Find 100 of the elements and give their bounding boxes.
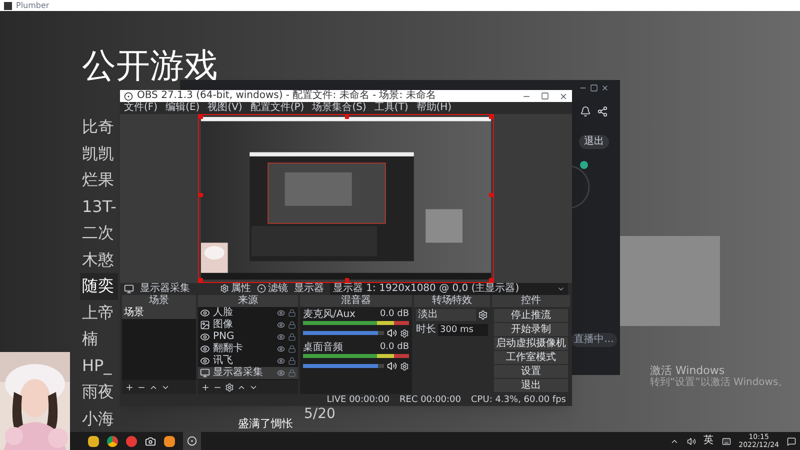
properties-button[interactable]: 属性	[220, 282, 251, 295]
speaker-icon[interactable]	[686, 436, 696, 446]
visibility-icon[interactable]	[277, 369, 285, 377]
lock-icon[interactable]	[288, 321, 296, 329]
player-item[interactable]: HP_	[80, 352, 118, 379]
menu-item[interactable]: 场景集合(S)	[312, 102, 366, 114]
volume-slider[interactable]	[303, 331, 384, 335]
keyboard-icon[interactable]	[722, 436, 731, 446]
volume-slider[interactable]	[303, 364, 384, 368]
eye-icon	[200, 308, 210, 318]
visibility-icon[interactable]	[277, 321, 285, 329]
settings-icon[interactable]	[400, 328, 409, 338]
speaker-icon[interactable]	[387, 361, 397, 371]
close-icon[interactable]	[601, 84, 609, 92]
filters-button[interactable]: 滤镜	[257, 282, 288, 295]
duration-field[interactable]: 300 ms	[438, 324, 488, 336]
exit-button[interactable]: 退出	[579, 135, 609, 149]
menu-item[interactable]: 文件(F)	[124, 102, 158, 114]
visibility-icon[interactable]	[277, 345, 285, 353]
filter-icon	[257, 284, 266, 294]
player-item[interactable]: 二次	[80, 220, 118, 246]
window-title: Plumber	[16, 0, 50, 10]
player-item[interactable]: 烂果	[80, 167, 118, 194]
maximize-icon[interactable]	[590, 84, 598, 92]
taskbar-app-icon[interactable]	[126, 436, 137, 446]
visibility-icon[interactable]	[277, 357, 285, 365]
source-item[interactable]: PNG	[198, 331, 298, 343]
dock-title: 来源	[198, 295, 298, 307]
menu-item[interactable]: 配置文件(P)	[250, 102, 304, 114]
taskbar-app-icon[interactable]	[183, 432, 201, 450]
source-name: 显示器采集	[140, 282, 191, 294]
page-heading: 公开游戏	[82, 46, 218, 86]
menu-item[interactable]: 工具(T)	[374, 102, 408, 114]
lock-icon[interactable]	[288, 357, 296, 365]
eye-icon	[200, 356, 210, 366]
control-button[interactable]: 启动虚拟摄像机	[494, 337, 568, 350]
source-item[interactable]: 人脸	[198, 307, 298, 319]
subtitle: 盛满了惆怅	[238, 418, 293, 430]
menu-item[interactable]: 编辑(E)	[166, 102, 200, 114]
player-item[interactable]: 上帝	[80, 300, 118, 326]
live-status: LIVE 00:00:00	[326, 394, 390, 406]
dock-title: 转场特效	[414, 295, 490, 307]
maximize-icon[interactable]	[541, 92, 549, 100]
control-button[interactable]: 设置	[494, 365, 568, 378]
monitor-icon	[124, 284, 134, 294]
source-item[interactable]: 图像	[198, 319, 298, 331]
page-counter: 5/20	[304, 407, 336, 422]
channel-name: 麦克风/Aux	[303, 309, 356, 320]
player-item[interactable]: 木憨	[80, 246, 118, 273]
control-button[interactable]: 工作室模式	[494, 351, 568, 364]
taskbar-app-icon[interactable]	[164, 436, 175, 446]
settings-icon[interactable]	[478, 310, 488, 320]
scene-item[interactable]: 场景	[122, 307, 196, 319]
visibility-icon[interactable]	[277, 309, 285, 317]
ime-indicator[interactable]: 英	[704, 435, 714, 447]
settings-icon[interactable]	[400, 362, 409, 370]
camera-icon[interactable]	[145, 436, 156, 446]
add-icon[interactable]	[125, 382, 134, 392]
lock-icon[interactable]	[288, 333, 296, 341]
speaker-icon[interactable]	[387, 328, 397, 338]
menu-item[interactable]: 视图(V)	[208, 102, 242, 114]
player-item[interactable]: 比奇	[80, 114, 118, 140]
channel-name: 桌面音频	[303, 342, 343, 353]
activation-title: 激活 Windows	[650, 364, 726, 377]
menu-item[interactable]: 帮助(H)	[416, 102, 452, 114]
display-label: 显示器	[294, 282, 324, 295]
player-item[interactable]: 13T-	[80, 194, 118, 220]
lock-icon[interactable]	[288, 345, 296, 353]
gear-icon	[220, 284, 229, 294]
window-title: OBS 27.1.3 (64-bit, windows) - 配置文件: 未命名 - 场景: 未命名	[137, 90, 436, 102]
source-item[interactable]: 翻翻卡	[198, 343, 298, 355]
bell-icon[interactable]	[580, 106, 591, 117]
source-item[interactable]: 显示器采集	[198, 367, 298, 379]
channel-reading: 0.0 dB	[380, 309, 409, 320]
notification-icon[interactable]	[787, 436, 796, 446]
control-button[interactable]: 退出	[494, 379, 568, 392]
add-icon[interactable]	[201, 382, 210, 392]
dock-title: 场景	[122, 295, 196, 307]
dock-title: 控件	[492, 295, 570, 307]
rec-status: REC 00:00:00	[400, 394, 462, 406]
dock-title: 混音器	[300, 295, 412, 307]
taskbar-app-icon[interactable]	[107, 436, 118, 446]
close-icon[interactable]	[559, 92, 568, 100]
settings-icon[interactable]	[225, 382, 234, 392]
transition-select[interactable]: 淡出	[416, 309, 476, 321]
player-item[interactable]: 雨夜	[80, 379, 118, 406]
player-item[interactable]: 小海	[80, 406, 118, 432]
player-item[interactable]: 楠	[80, 326, 118, 352]
lock-icon[interactable]	[288, 309, 296, 317]
player-item[interactable]: 凯凯	[80, 140, 118, 167]
taskbar-app-icon[interactable]	[88, 436, 99, 446]
share-icon[interactable]	[597, 106, 608, 117]
display-select[interactable]: 显示器 1: 1920x1080 @ 0,0 (主显示器)	[330, 282, 568, 295]
player-item[interactable]: 随奕	[80, 273, 118, 300]
visibility-icon[interactable]	[277, 333, 285, 341]
control-button[interactable]: 开始录制	[494, 323, 568, 336]
live-status-button[interactable]: 直播中...	[571, 333, 617, 347]
source-item[interactable]: 讯飞	[198, 355, 298, 367]
eye-icon	[200, 344, 210, 354]
control-button[interactable]: 停止推流	[494, 309, 568, 322]
